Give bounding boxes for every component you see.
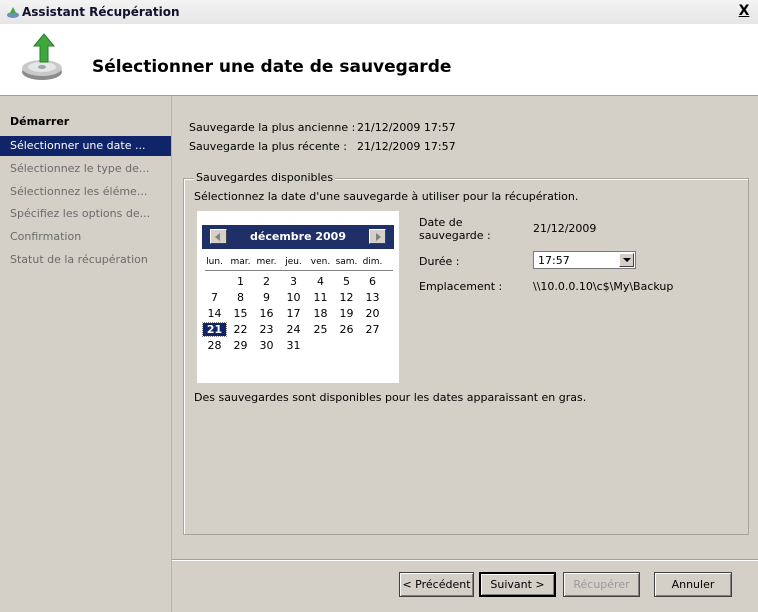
calendar-day[interactable]: 20	[361, 307, 384, 320]
calendar-day[interactable]: 10	[282, 291, 305, 304]
step-confirmation: Confirmation	[10, 230, 82, 243]
calendar-day[interactable]: 12	[335, 291, 358, 304]
calendar-day[interactable]: 16	[255, 307, 278, 320]
weekday-header: sam.	[335, 257, 358, 267]
weekday-header: mar.	[230, 257, 251, 267]
oldest-backup-label: Sauvegarde la plus ancienne :	[189, 121, 356, 134]
weekday-header: ven.	[310, 257, 331, 267]
next-button[interactable]: Suivant >	[479, 572, 556, 597]
calendar-day[interactable]: 14	[203, 307, 226, 320]
calendar-header: décembre 2009	[202, 225, 394, 249]
dropdown-button[interactable]	[619, 253, 634, 267]
chevron-right-icon	[376, 233, 381, 241]
calendar-day[interactable]: 31	[282, 339, 305, 352]
calendar-day[interactable]: 19	[335, 307, 358, 320]
backup-app-icon	[7, 7, 19, 18]
calendar-day[interactable]: 2	[255, 275, 278, 288]
calendar-day[interactable]: 24	[282, 323, 305, 336]
step-options: Spécifiez les options de...	[10, 207, 151, 220]
calendar-day[interactable]: 27	[361, 323, 384, 336]
calendar-day[interactable]: 25	[309, 323, 332, 336]
backup-restore-icon	[22, 33, 62, 80]
wizard-steps-sidebar: Démarrer Sélectionner une date ... Sélec…	[0, 96, 172, 612]
calendar-day[interactable]: 22	[229, 323, 252, 336]
calendar-day[interactable]: 1	[229, 275, 252, 288]
calendar-day[interactable]: 4	[309, 275, 332, 288]
step-select-date[interactable]: Sélectionner une date ...	[0, 136, 171, 156]
group-title: Sauvegardes disponibles	[194, 171, 336, 184]
backup-date-label-line1: Date de	[419, 216, 463, 229]
calendar-day[interactable]: 23	[255, 323, 278, 336]
weekday-header: lun.	[206, 257, 223, 267]
duration-select[interactable]: 17:57	[533, 251, 636, 269]
backup-date-label-line2: sauvegarde :	[419, 229, 491, 242]
newest-backup-value: 21/12/2009 17:57	[357, 140, 456, 153]
window-title: Assistant Récupération	[22, 5, 180, 19]
calendar-day[interactable]: 29	[229, 339, 252, 352]
newest-backup-label: Sauvegarde la plus récente :	[189, 140, 347, 153]
page-title: Sélectionner une date de sauvegarde	[92, 57, 452, 77]
oldest-backup-value: 21/12/2009 17:57	[357, 121, 456, 134]
calendar-divider	[205, 270, 393, 271]
previous-button[interactable]: < Précédent	[399, 572, 474, 597]
calendar-day[interactable]: 17	[282, 307, 305, 320]
calendar-day[interactable]: 18	[309, 307, 332, 320]
instruction-text: Sélectionnez la date d'une sauvegarde à …	[194, 190, 579, 203]
cancel-button[interactable]: Annuler	[654, 572, 732, 597]
location-value: \\10.0.0.10\c$\My\Backup	[533, 280, 674, 293]
close-icon[interactable]: X	[736, 3, 752, 19]
wizard-header: Sélectionner une date de sauvegarde	[0, 24, 758, 96]
calendar-day[interactable]: 8	[229, 291, 252, 304]
title-bar: Assistant Récupération X	[0, 0, 758, 25]
date-calendar[interactable]: décembre 2009 lun. mar. mer. jeu. ven. s…	[197, 211, 399, 383]
weekday-header: mer.	[256, 257, 277, 267]
next-month-button[interactable]	[369, 229, 386, 244]
chevron-down-icon	[623, 258, 631, 262]
calendar-day[interactable]: 11	[309, 291, 332, 304]
calendar-day[interactable]: 30	[255, 339, 278, 352]
calendar-day[interactable]: 26	[335, 323, 358, 336]
location-label: Emplacement :	[419, 280, 503, 293]
backup-date-value: 21/12/2009	[533, 222, 597, 235]
calendar-day[interactable]: 3	[282, 275, 305, 288]
step-status: Statut de la récupération	[10, 253, 148, 266]
step-select-type: Sélectionnez le type de...	[10, 162, 150, 175]
chevron-left-icon	[215, 233, 220, 241]
calendar-day[interactable]: 13	[361, 291, 384, 304]
calendar-day[interactable]: 15	[229, 307, 252, 320]
calendar-month: décembre 2009	[250, 230, 346, 243]
duration-select-value: 17:57	[538, 254, 570, 267]
calendar-day[interactable]: 9	[255, 291, 278, 304]
footer-divider	[172, 559, 758, 561]
calendar-day[interactable]: 7	[203, 291, 226, 304]
calendar-day-selected[interactable]: 21	[202, 322, 227, 337]
bold-dates-note: Des sauvegardes sont disponibles pour le…	[194, 391, 587, 404]
weekday-header: jeu.	[285, 257, 302, 267]
duration-label: Durée :	[419, 255, 460, 268]
step-select-items: Sélectionnez les éléme...	[10, 185, 148, 198]
calendar-day[interactable]: 5	[335, 275, 358, 288]
restore-button[interactable]: Récupérer	[563, 572, 640, 597]
step-start[interactable]: Démarrer	[0, 112, 171, 132]
calendar-day[interactable]: 28	[203, 339, 226, 352]
weekday-header: dim.	[362, 257, 383, 267]
previous-month-button[interactable]	[210, 229, 227, 244]
calendar-day[interactable]: 6	[361, 275, 384, 288]
